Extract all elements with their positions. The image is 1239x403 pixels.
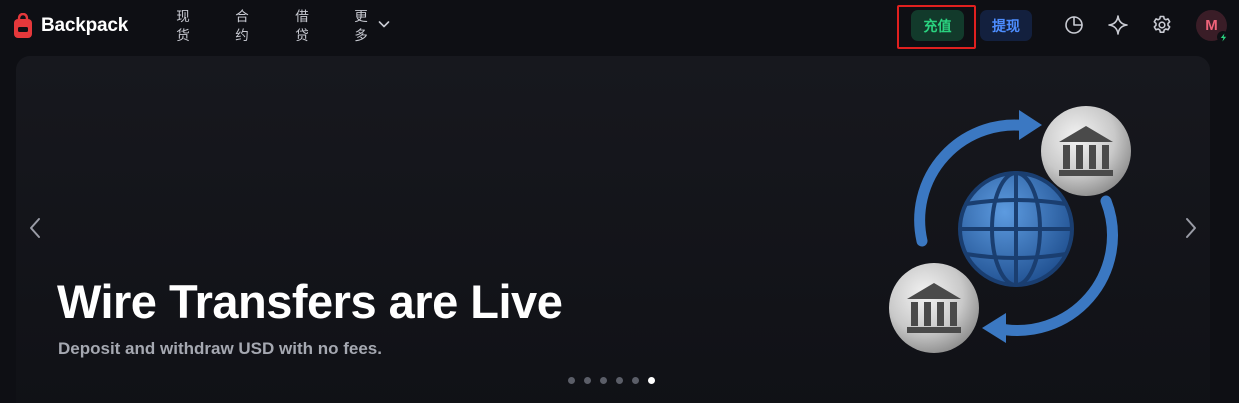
carousel-next-icon[interactable] [1181, 214, 1201, 242]
settings-gear-icon[interactable] [1151, 14, 1173, 36]
withdraw-button[interactable]: 提现 [980, 10, 1032, 41]
carousel-dot[interactable] [600, 377, 607, 384]
deposit-button[interactable]: 充值 [911, 10, 964, 41]
carousel-prev-icon[interactable] [25, 214, 45, 242]
promo-banner[interactable]: Wire Transfers are Live Deposit and with… [16, 56, 1210, 403]
carousel-dot[interactable] [568, 377, 575, 384]
nav-futures[interactable]: 合约 [234, 7, 250, 45]
carousel-dots [568, 377, 655, 384]
carousel-dot[interactable] [632, 377, 639, 384]
nav-lending[interactable]: 借贷 [294, 7, 310, 45]
carousel-dot[interactable] [616, 377, 623, 384]
page: Backpack 现货 合约 借贷 更多 充值 提现 M Wire Transf… [0, 0, 1239, 403]
lightning-icon [1217, 31, 1229, 43]
brand-name: Backpack [41, 15, 129, 36]
chevron-down-icon[interactable] [377, 17, 391, 31]
bank-globe-transfer-illustration [889, 106, 1131, 353]
banner-title: Wire Transfers are Live [57, 275, 563, 328]
brand-logo[interactable]: Backpack [13, 13, 128, 39]
backpack-logo-icon [14, 13, 32, 38]
portfolio-pie-icon[interactable] [1063, 14, 1085, 36]
carousel-dot[interactable] [584, 377, 591, 384]
nav-more[interactable]: 更多 [353, 7, 369, 45]
banner-subtitle: Deposit and withdraw USD with no fees. [58, 339, 382, 358]
carousel-dot[interactable] [648, 377, 655, 384]
top-navigation: Backpack 现货 合约 借贷 更多 充值 提现 M [0, 0, 1239, 52]
nav-spot[interactable]: 现货 [175, 7, 191, 45]
sparkle-icon[interactable] [1107, 14, 1129, 36]
